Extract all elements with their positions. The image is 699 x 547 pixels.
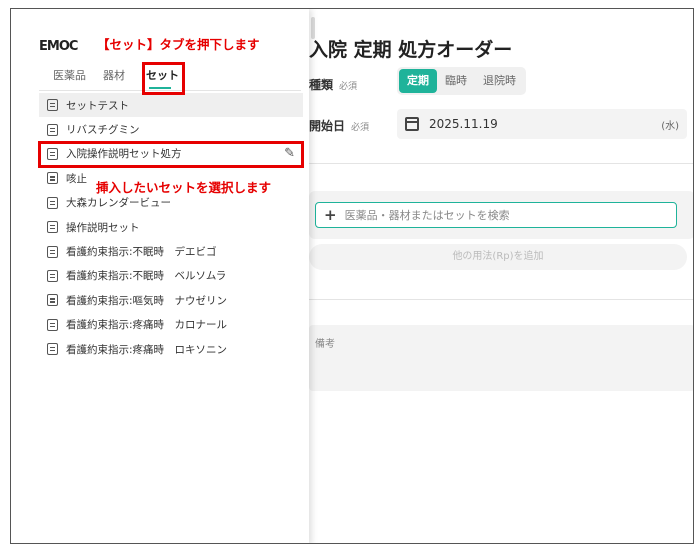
memo-field[interactable]: 備考 bbox=[309, 325, 693, 391]
document-icon bbox=[47, 221, 58, 234]
list-item[interactable]: 看護約束指示:不眠時 ベルソムラ bbox=[39, 264, 303, 288]
start-date-weekday: (水) bbox=[661, 120, 679, 132]
scrollbar[interactable] bbox=[311, 17, 315, 39]
tab-drugs[interactable]: 医薬品 bbox=[53, 67, 86, 83]
app-window: 入院 定期 処方オーダー 種類 必須 定期 臨時 退院時 開始日 必須 2025.1… bbox=[10, 8, 694, 544]
document-icon bbox=[47, 343, 58, 356]
list-item[interactable]: 看護約束指示:疼痛時 カロナール bbox=[39, 313, 303, 337]
document-icon bbox=[47, 196, 58, 209]
memo-label: 備考 bbox=[315, 339, 335, 350]
start-date-field[interactable]: 2025.11.19 (水) bbox=[397, 109, 687, 139]
app-logo: EMOC bbox=[39, 39, 78, 54]
list-item[interactable]: リバスチグミン bbox=[39, 117, 303, 141]
divider bbox=[309, 163, 693, 164]
type-label: 種類 必須 bbox=[309, 78, 358, 92]
tab-materials[interactable]: 器材 bbox=[103, 67, 125, 83]
start-date-label: 開始日 必須 bbox=[309, 119, 370, 133]
list-item[interactable]: 看護約束指示:疼痛時 ロキソニン bbox=[39, 337, 303, 361]
search-input[interactable]: + 医薬品・器材またはセットを検索 bbox=[315, 202, 677, 228]
annotation-select-note: 挿入したいセットを選択します bbox=[93, 176, 275, 197]
add-rp-button[interactable]: 他の用法(Rp)を追加 bbox=[309, 244, 687, 270]
document-icon bbox=[47, 99, 58, 112]
document-icon bbox=[47, 245, 58, 258]
document-icon bbox=[47, 172, 58, 185]
page-title: 入院 定期 処方オーダー bbox=[309, 39, 513, 61]
plus-icon: + bbox=[324, 206, 337, 224]
document-icon bbox=[47, 318, 58, 331]
set-list: セットテスト リバスチグミン 入院操作説明セット処方 ✎ 咳止 大森カレンダービュ… bbox=[39, 93, 303, 361]
divider bbox=[309, 299, 693, 300]
document-icon bbox=[47, 269, 58, 282]
search-placeholder: 医薬品・器材またはセットを検索 bbox=[344, 209, 510, 222]
type-segmented-control: 定期 臨時 退院時 bbox=[397, 67, 526, 95]
type-option-regular[interactable]: 定期 bbox=[399, 69, 437, 93]
list-item[interactable]: 看護約束指示:嘔気時 ナウゼリン bbox=[39, 288, 303, 312]
document-icon bbox=[47, 123, 58, 136]
calendar-icon bbox=[405, 117, 419, 131]
annotation-tab-highlight bbox=[142, 62, 185, 95]
list-item[interactable]: 操作説明セット bbox=[39, 215, 303, 239]
list-item[interactable]: セットテスト bbox=[39, 93, 303, 118]
document-icon bbox=[47, 294, 58, 307]
list-item[interactable]: 看護約束指示:不眠時 デエビゴ bbox=[39, 239, 303, 263]
type-option-discharge[interactable]: 退院時 bbox=[475, 69, 524, 93]
type-option-temporary[interactable]: 臨時 bbox=[437, 69, 475, 93]
annotation-tab-note: 【セット】タブを押下します bbox=[97, 37, 260, 52]
annotation-item-highlight bbox=[38, 141, 304, 168]
start-date-value: 2025.11.19 bbox=[429, 117, 498, 131]
